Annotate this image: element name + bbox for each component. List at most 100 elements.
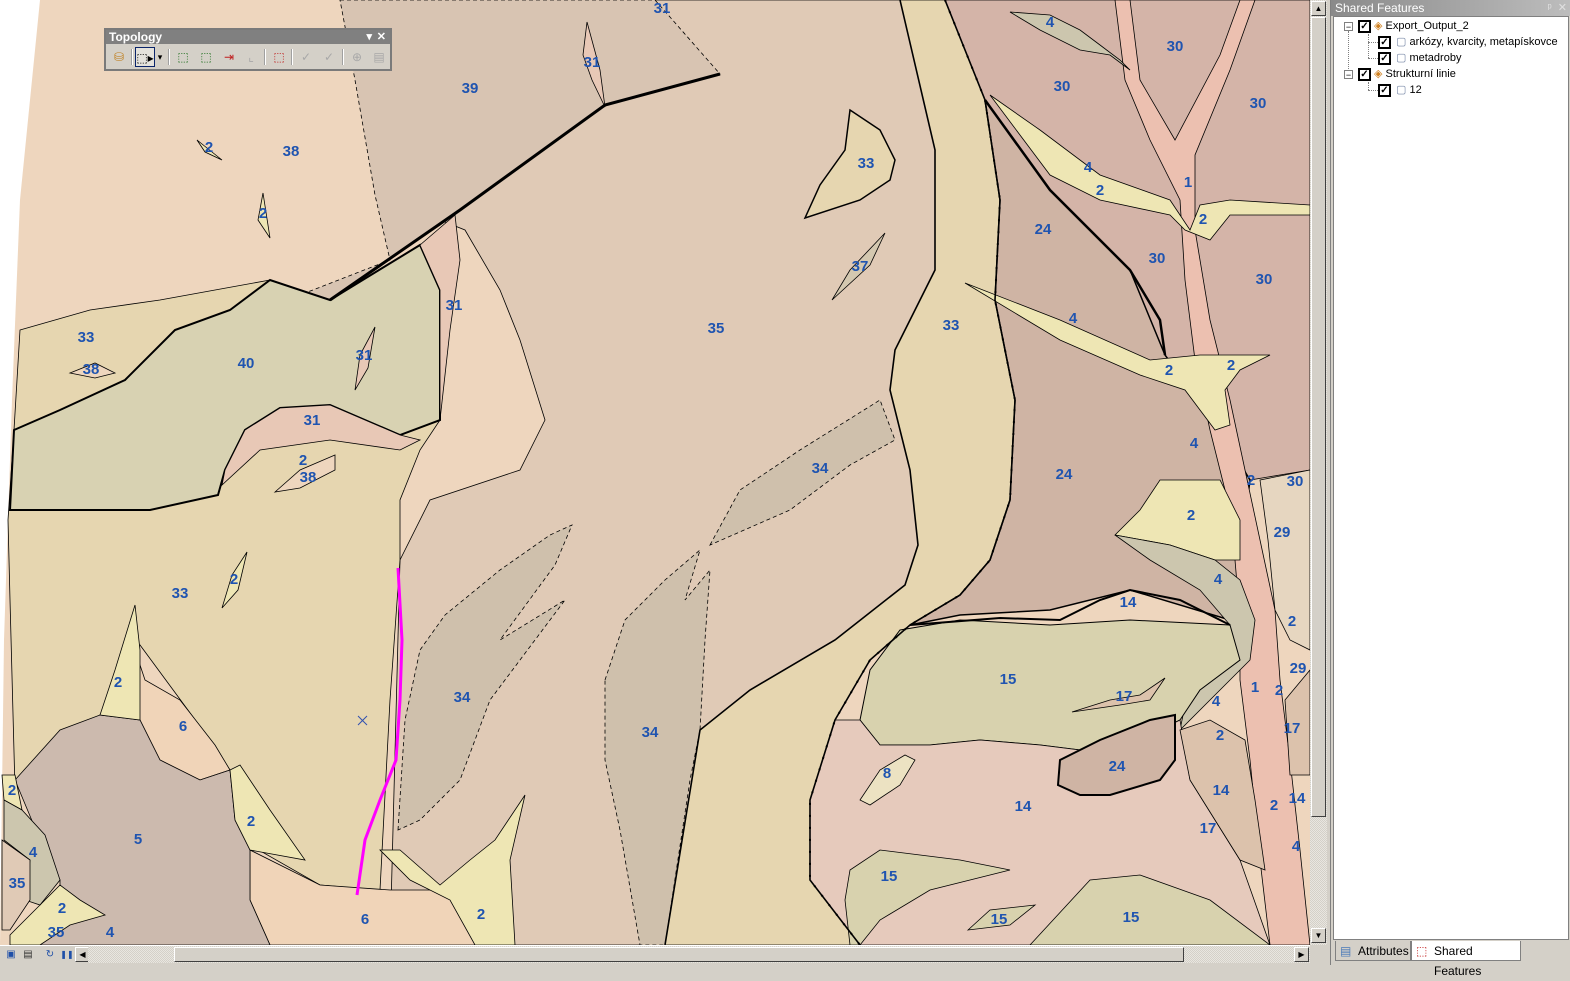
unit-label-6: 6 — [361, 911, 369, 928]
topology-edit-dropdown[interactable]: ▾ — [155, 47, 165, 67]
scroll-up-button[interactable]: ▲ — [1311, 1, 1326, 16]
tab-label: Shared Features — [1434, 944, 1482, 978]
topology-toolbar-titlebar[interactable]: Topology ▾ ✕ — [106, 30, 390, 44]
horizontal-scroll-thumb[interactable] — [174, 947, 1184, 962]
unit-label-6: 6 — [179, 718, 187, 735]
toolbar-separator — [131, 49, 133, 65]
tab-shared-features[interactable]: ⬚ Shared Features — [1411, 941, 1521, 978]
unit-label-14: 14 — [1120, 594, 1137, 611]
fix-topology-error-icon: ▤ — [373, 50, 385, 64]
modify-edge-button[interactable]: ⬚ — [173, 47, 193, 67]
unit-label-4: 4 — [1084, 159, 1093, 176]
tree-item-label: arkózy, kvarcity, metapískovce — [1409, 36, 1558, 48]
refresh-icon: ↻ — [45, 949, 55, 960]
validate-topology-button[interactable]: ✓ — [296, 47, 316, 67]
align-edge-button[interactable]: ⇥ — [219, 47, 239, 67]
tree-item-12[interactable]: ▢ 12 — [1396, 82, 1422, 98]
error-inspector-button[interactable]: ⊕ — [347, 47, 367, 67]
panel-tabs: ▤ Attributes ⬚ Shared Features — [1333, 941, 1569, 978]
toolbar-separator — [291, 49, 293, 65]
horizontal-scrollbar[interactable] — [88, 946, 1310, 963]
tree-item-label: Strukturní linie — [1385, 68, 1456, 80]
unit-label-38: 38 — [83, 361, 100, 378]
shared-features-button[interactable]: ⬚ — [269, 47, 289, 67]
vertical-scroll-thumb[interactable] — [1311, 17, 1326, 817]
reshape-edge-button[interactable]: ⬚ — [196, 47, 216, 67]
arrow-left-icon: ◀ — [79, 950, 86, 959]
unit-label-39: 39 — [462, 80, 479, 97]
toolbar-close-icon[interactable]: ✕ — [377, 30, 386, 44]
unit-label-1: 1 — [1184, 174, 1192, 191]
unit-label-15: 15 — [1000, 671, 1017, 688]
shared-features-icon: ⬚ — [1416, 944, 1428, 958]
unit-label-33: 33 — [172, 585, 189, 602]
tree-checkbox[interactable]: ✓ — [1378, 84, 1391, 97]
tree-connector — [1368, 34, 1369, 58]
tree-checkbox[interactable]: ✓ — [1378, 36, 1391, 49]
vertical-scrollbar[interactable]: ▲ ▼ — [1310, 0, 1327, 945]
unit-label-33: 33 — [78, 329, 95, 346]
unit-label-17: 17 — [1284, 720, 1301, 737]
scroll-right-button[interactable]: ▶ — [1294, 947, 1309, 962]
tree-item-label: Export_Output_2 — [1385, 20, 1469, 32]
shared-features-tree[interactable]: − ✓ ◈ Export_Output_2 ✓ ▢ arkózy, kvarci… — [1333, 16, 1569, 940]
unit-label-4: 4 — [1190, 435, 1199, 452]
polygon-layer-icon: ◈ — [1374, 20, 1383, 32]
unit-label-4: 4 — [106, 924, 115, 941]
unit-label-2: 2 — [58, 900, 66, 917]
tree-item-strukturni-linie[interactable]: ◈ Strukturní linie — [1374, 66, 1456, 82]
tree-item-label: metadroby — [1409, 52, 1462, 64]
unit-label-4: 4 — [1069, 310, 1078, 327]
scroll-down-button[interactable]: ▼ — [1311, 928, 1326, 943]
topology-toolbar[interactable]: Topology ▾ ✕ ⛁ ⬚▸ ▾ ⬚ ⬚ ⇥ ⌞ ⬚ ✓ ✓ ⊕ ▤ — [104, 28, 392, 71]
refresh-button[interactable]: ↻ — [42, 947, 58, 962]
tree-collapse-toggle[interactable]: − — [1344, 70, 1353, 80]
map-canvas[interactable]: 31 39 31 38 2 2 33 37 35 31 33 38 40 31 31 2 38 33 34 33 2 2 6… — [0, 0, 1310, 945]
unit-label-4: 4 — [29, 844, 38, 861]
topology-edit-tool-button[interactable]: ⬚▸ — [135, 47, 155, 67]
unit-label-2: 2 — [8, 782, 16, 799]
geologic-map[interactable]: 3139313822333735313338 40 3131238333433226… — [0, 0, 1310, 945]
tree-item-export-output-2[interactable]: ◈ Export_Output_2 — [1374, 18, 1469, 34]
pin-icon[interactable]: ᵖ — [1547, 2, 1551, 14]
arrow-down-icon: ▼ — [1314, 931, 1323, 940]
topology-layer-button[interactable]: ⛁ — [109, 47, 129, 67]
unit-label-35: 35 — [48, 924, 65, 941]
toolbar-menu-chevron-icon[interactable]: ▾ — [366, 30, 372, 44]
unit-label-2: 2 — [1227, 357, 1235, 374]
validate-extent-icon: ✓ — [323, 50, 335, 64]
tree-item-metadroby[interactable]: ▢ metadroby — [1396, 50, 1461, 66]
shared-features-panel: Shared Features ᵖ ✕ − ✓ ◈ Export_Output_… — [1330, 0, 1570, 978]
tree-item-arkozy[interactable]: ▢ arkózy, kvarcity, metapískovce — [1396, 34, 1558, 50]
unit-label-8: 8 — [883, 765, 891, 782]
validate-extent-button[interactable]: ✓ — [319, 47, 339, 67]
unit-label-24: 24 — [1035, 221, 1052, 238]
topology-layer-icon: ⛁ — [113, 50, 125, 64]
data-view-button[interactable]: ▣ — [3, 947, 19, 962]
unit-label-2: 2 — [205, 139, 213, 156]
unit-label-29: 29 — [1290, 660, 1307, 677]
fix-topology-error-button[interactable]: ▤ — [369, 47, 389, 67]
shared-features-icon: ⬚ — [273, 50, 285, 64]
panel-controls: ᵖ ✕ — [1547, 0, 1567, 16]
tree-checkbox[interactable]: ✓ — [1378, 52, 1391, 65]
unit-label-14: 14 — [1015, 798, 1032, 815]
layout-view-button[interactable]: ▤ — [20, 947, 36, 962]
unit-label-34: 34 — [812, 460, 829, 477]
map-status-bar: ▣ ▤ ↻ ❚❚ ◀ ▶ — [0, 945, 1310, 963]
close-icon[interactable]: ✕ — [1558, 2, 1567, 14]
unit-label-35: 35 — [9, 875, 26, 892]
tab-attributes[interactable]: ▤ Attributes — [1335, 941, 1411, 961]
unit-label-37: 37 — [852, 258, 869, 275]
unit-label-1: 1 — [1251, 679, 1259, 696]
tree-checkbox[interactable]: ✓ — [1358, 20, 1371, 33]
unit-label-4: 4 — [1292, 838, 1301, 855]
panel-titlebar[interactable]: Shared Features ᵖ ✕ — [1331, 0, 1570, 16]
generalize-edge-button[interactable]: ⌞ — [241, 47, 261, 67]
tree-checkbox[interactable]: ✓ — [1358, 68, 1371, 81]
tree-collapse-toggle[interactable]: − — [1344, 22, 1353, 32]
pause-drawing-button[interactable]: ❚❚ — [59, 947, 75, 962]
tree-connector — [1368, 82, 1369, 90]
unit-label-2: 2 — [1270, 797, 1278, 814]
unit-label-40: 40 — [238, 355, 255, 372]
